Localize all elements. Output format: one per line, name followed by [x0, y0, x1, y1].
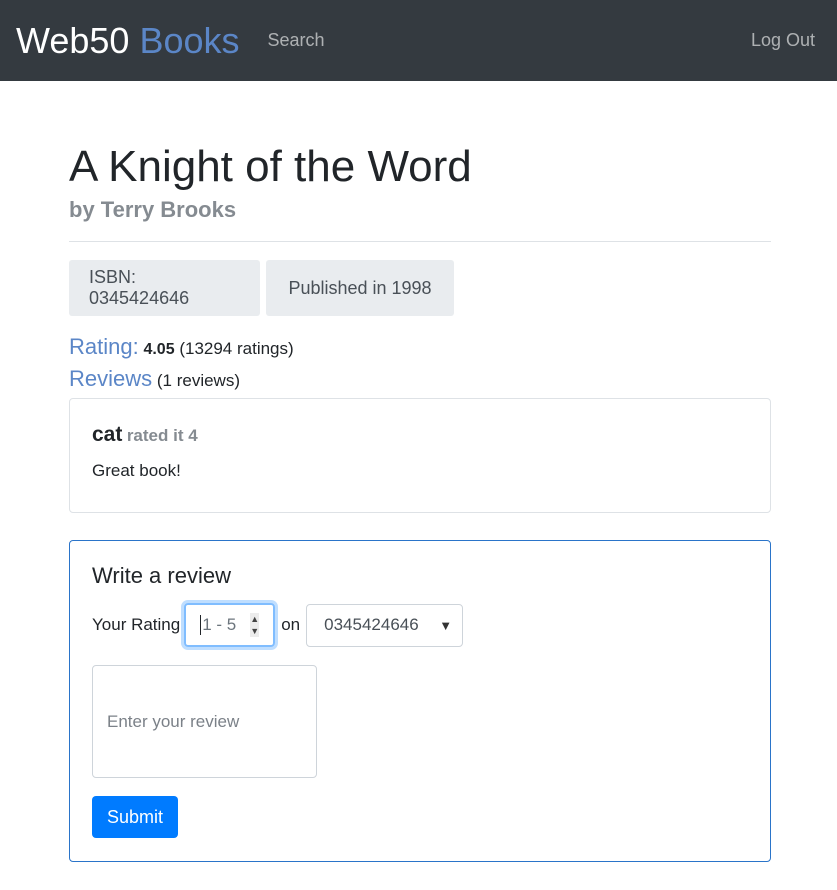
write-review-title: Write a review [92, 563, 231, 589]
reviews-heading: Reviews (1 reviews) [69, 366, 771, 392]
divider [69, 241, 771, 243]
rating-line: Rating: 4.05 (13294 ratings) [69, 334, 771, 360]
chevron-down-icon: ▼ [439, 617, 453, 633]
review-textarea[interactable]: Enter your review [92, 665, 317, 779]
rating-count: (13294 ratings) [179, 339, 294, 359]
published-badge: Published in 1998 [266, 260, 454, 317]
review-header: cat rated it 4 [92, 423, 748, 447]
brand-main: Web50 [16, 19, 130, 61]
isbn-badge: ISBN: 0345424646 [69, 260, 260, 317]
spin-up-icon[interactable]: ▲ [250, 613, 259, 625]
reviews-count: (1 reviews) [156, 371, 240, 391]
book-info-badges: ISBN: 0345424646 Published in 1998 [69, 260, 771, 317]
spin-down-icon[interactable]: ▼ [250, 625, 259, 637]
rating-placeholder: 1 - 5 [202, 615, 237, 635]
text-cursor [200, 615, 202, 636]
rating-label: Rating: [69, 334, 139, 360]
brand-logo[interactable]: Web50 Books [16, 20, 240, 62]
on-label: on [281, 615, 301, 635]
submit-button[interactable]: Submit [92, 796, 178, 839]
review-text: Great book! [92, 461, 181, 481]
nav-logout-link[interactable]: Log Out [751, 30, 815, 51]
book-author: by Terry Brooks [69, 197, 237, 223]
nav-search-link[interactable]: Search [268, 30, 325, 51]
brand-accent: Books [139, 19, 240, 61]
book-title: A Knight of the Word [69, 142, 472, 191]
review-placeholder: Enter your review [107, 711, 240, 731]
review-user: cat [92, 423, 123, 447]
reviews-label: Reviews [69, 366, 153, 392]
navbar: Web50 Books Search Log Out [0, 0, 837, 81]
review-rated: rated it 4 [126, 426, 198, 446]
rating-number-input[interactable]: 1 - 5 ▲ ▼ [184, 603, 276, 648]
write-review-form: Write a review Your Rating 1 - 5 ▲ ▼ on … [69, 540, 771, 863]
isbn-select[interactable]: 0345424646 ▼ [306, 603, 464, 647]
isbn-select-value: 0345424646 [324, 615, 419, 635]
spinner-icon[interactable]: ▲ ▼ [250, 613, 260, 638]
your-rating-label: Your Rating [92, 615, 181, 635]
main-container: A Knight of the Word by Terry Brooks ISB… [69, 81, 771, 863]
rating-row: Your Rating 1 - 5 ▲ ▼ on 0345424646 ▼ [92, 603, 748, 648]
rating-score: 4.05 [143, 341, 175, 359]
review-card: cat rated it 4 Great book! [69, 398, 771, 514]
